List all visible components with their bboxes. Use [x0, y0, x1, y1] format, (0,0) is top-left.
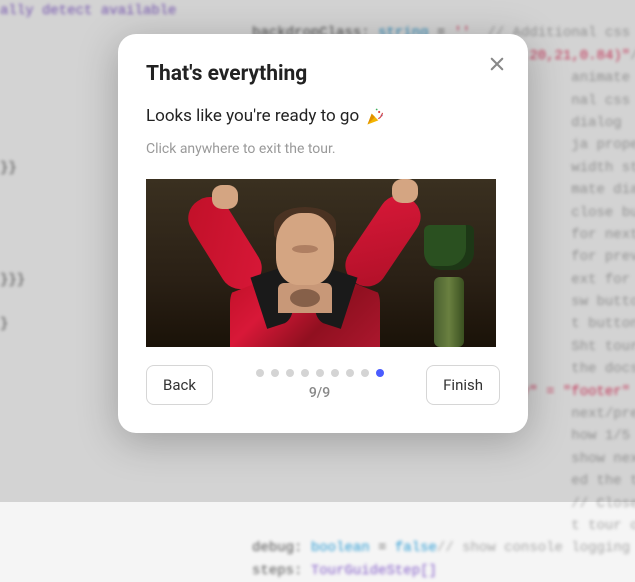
- dialog-subtitle: Looks like you're ready to go: [146, 106, 500, 127]
- finish-button[interactable]: Finish: [426, 365, 500, 405]
- dialog-subtitle-text: Looks like you're ready to go: [146, 106, 359, 126]
- step-dot[interactable]: [256, 369, 264, 377]
- step-dot[interactable]: [316, 369, 324, 377]
- dialog-footer: Back 9/9 Finish: [146, 365, 500, 405]
- step-dot[interactable]: [271, 369, 279, 377]
- step-dot[interactable]: [361, 369, 369, 377]
- dialog-hint: Click anywhere to exit the tour.: [146, 141, 500, 157]
- step-pager: 9/9: [225, 369, 414, 401]
- step-dot[interactable]: [331, 369, 339, 377]
- step-counter: 9/9: [309, 385, 330, 401]
- step-dot[interactable]: [286, 369, 294, 377]
- step-dots: [256, 369, 384, 377]
- dialog-media: [146, 179, 496, 347]
- close-button[interactable]: [486, 54, 508, 76]
- step-dot[interactable]: [301, 369, 309, 377]
- close-icon: [490, 55, 504, 76]
- party-popper-icon: [365, 106, 385, 127]
- step-dot-active[interactable]: [376, 369, 384, 377]
- tour-dialog: That's everything Looks like you're read…: [118, 34, 528, 433]
- back-button[interactable]: Back: [146, 365, 213, 405]
- step-dot[interactable]: [346, 369, 354, 377]
- dialog-title: That's everything: [146, 62, 500, 86]
